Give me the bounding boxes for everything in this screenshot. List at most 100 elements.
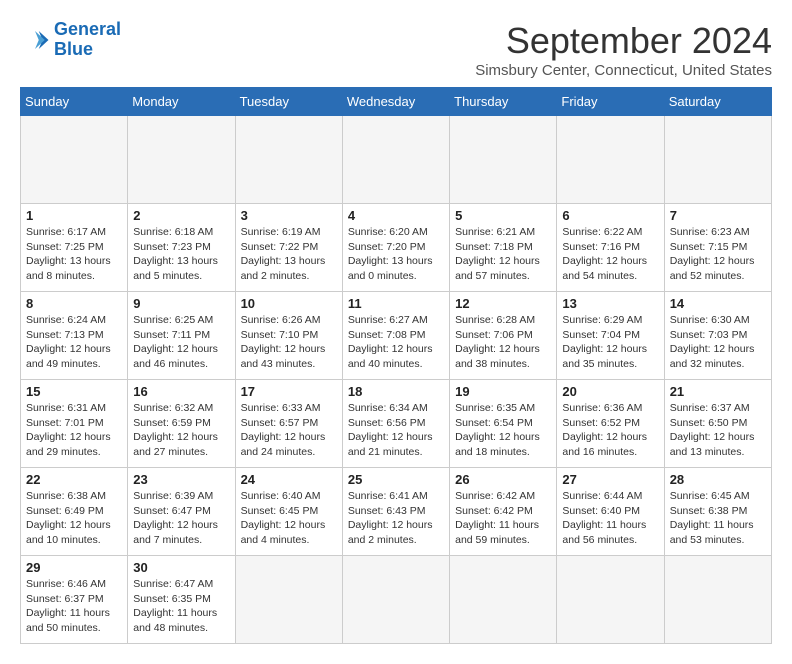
day-number: 29 [26,560,122,575]
calendar-cell [235,556,342,644]
day-number: 16 [133,384,229,399]
day-number: 2 [133,208,229,223]
day-number: 19 [455,384,551,399]
calendar-cell: 30 Sunrise: 6:47 AM Sunset: 6:35 PM Dayl… [128,556,235,644]
day-number: 5 [455,208,551,223]
day-number: 27 [562,472,658,487]
day-info: Sunrise: 6:36 AM Sunset: 6:52 PM Dayligh… [562,401,658,460]
calendar-cell: 20 Sunrise: 6:36 AM Sunset: 6:52 PM Dayl… [557,380,664,468]
calendar-cell [450,556,557,644]
day-number: 9 [133,296,229,311]
day-number: 24 [241,472,337,487]
calendar-cell: 13 Sunrise: 6:29 AM Sunset: 7:04 PM Dayl… [557,292,664,380]
calendar-row: 8 Sunrise: 6:24 AM Sunset: 7:13 PM Dayli… [21,292,772,380]
calendar-cell: 12 Sunrise: 6:28 AM Sunset: 7:06 PM Dayl… [450,292,557,380]
day-number: 4 [348,208,444,223]
calendar-cell: 16 Sunrise: 6:32 AM Sunset: 6:59 PM Dayl… [128,380,235,468]
day-info: Sunrise: 6:37 AM Sunset: 6:50 PM Dayligh… [670,401,766,460]
calendar-cell [21,116,128,204]
day-info: Sunrise: 6:30 AM Sunset: 7:03 PM Dayligh… [670,313,766,372]
calendar-cell [342,556,449,644]
calendar-row: 29 Sunrise: 6:46 AM Sunset: 6:37 PM Dayl… [21,556,772,644]
calendar-row: 15 Sunrise: 6:31 AM Sunset: 7:01 PM Dayl… [21,380,772,468]
logo-icon [20,25,50,55]
day-number: 3 [241,208,337,223]
day-info: Sunrise: 6:27 AM Sunset: 7:08 PM Dayligh… [348,313,444,372]
calendar-cell [557,556,664,644]
calendar-cell: 5 Sunrise: 6:21 AM Sunset: 7:18 PM Dayli… [450,204,557,292]
day-of-week-header: Tuesday [235,88,342,116]
day-number: 20 [562,384,658,399]
day-info: Sunrise: 6:38 AM Sunset: 6:49 PM Dayligh… [26,489,122,548]
calendar-cell: 7 Sunrise: 6:23 AM Sunset: 7:15 PM Dayli… [664,204,771,292]
month-title: September 2024 [475,20,772,62]
day-number: 21 [670,384,766,399]
logo: General Blue [20,20,121,60]
calendar-cell: 4 Sunrise: 6:20 AM Sunset: 7:20 PM Dayli… [342,204,449,292]
day-number: 1 [26,208,122,223]
day-info: Sunrise: 6:42 AM Sunset: 6:42 PM Dayligh… [455,489,551,548]
calendar-cell: 2 Sunrise: 6:18 AM Sunset: 7:23 PM Dayli… [128,204,235,292]
calendar-cell: 17 Sunrise: 6:33 AM Sunset: 6:57 PM Dayl… [235,380,342,468]
day-number: 28 [670,472,766,487]
calendar-cell: 24 Sunrise: 6:40 AM Sunset: 6:45 PM Dayl… [235,468,342,556]
calendar-cell: 6 Sunrise: 6:22 AM Sunset: 7:16 PM Dayli… [557,204,664,292]
day-info: Sunrise: 6:35 AM Sunset: 6:54 PM Dayligh… [455,401,551,460]
calendar-cell [664,116,771,204]
calendar-cell [450,116,557,204]
calendar-cell: 14 Sunrise: 6:30 AM Sunset: 7:03 PM Dayl… [664,292,771,380]
day-number: 7 [670,208,766,223]
day-number: 11 [348,296,444,311]
day-of-week-header: Monday [128,88,235,116]
day-info: Sunrise: 6:24 AM Sunset: 7:13 PM Dayligh… [26,313,122,372]
day-info: Sunrise: 6:19 AM Sunset: 7:22 PM Dayligh… [241,225,337,284]
day-info: Sunrise: 6:18 AM Sunset: 7:23 PM Dayligh… [133,225,229,284]
day-number: 25 [348,472,444,487]
day-info: Sunrise: 6:17 AM Sunset: 7:25 PM Dayligh… [26,225,122,284]
day-info: Sunrise: 6:28 AM Sunset: 7:06 PM Dayligh… [455,313,551,372]
calendar-cell: 1 Sunrise: 6:17 AM Sunset: 7:25 PM Dayli… [21,204,128,292]
day-info: Sunrise: 6:41 AM Sunset: 6:43 PM Dayligh… [348,489,444,548]
day-number: 30 [133,560,229,575]
day-number: 6 [562,208,658,223]
day-number: 12 [455,296,551,311]
day-of-week-header: Saturday [664,88,771,116]
title-block: September 2024 Simsbury Center, Connecti… [475,20,772,79]
day-info: Sunrise: 6:34 AM Sunset: 6:56 PM Dayligh… [348,401,444,460]
calendar-cell: 21 Sunrise: 6:37 AM Sunset: 6:50 PM Dayl… [664,380,771,468]
calendar-cell: 11 Sunrise: 6:27 AM Sunset: 7:08 PM Dayl… [342,292,449,380]
day-info: Sunrise: 6:46 AM Sunset: 6:37 PM Dayligh… [26,577,122,636]
calendar-cell: 8 Sunrise: 6:24 AM Sunset: 7:13 PM Dayli… [21,292,128,380]
calendar-cell: 3 Sunrise: 6:19 AM Sunset: 7:22 PM Dayli… [235,204,342,292]
day-info: Sunrise: 6:32 AM Sunset: 6:59 PM Dayligh… [133,401,229,460]
calendar-cell [557,116,664,204]
calendar-cell [342,116,449,204]
calendar-cell: 15 Sunrise: 6:31 AM Sunset: 7:01 PM Dayl… [21,380,128,468]
calendar-cell: 19 Sunrise: 6:35 AM Sunset: 6:54 PM Dayl… [450,380,557,468]
calendar-cell: 25 Sunrise: 6:41 AM Sunset: 6:43 PM Dayl… [342,468,449,556]
day-info: Sunrise: 6:39 AM Sunset: 6:47 PM Dayligh… [133,489,229,548]
day-info: Sunrise: 6:44 AM Sunset: 6:40 PM Dayligh… [562,489,658,548]
day-info: Sunrise: 6:25 AM Sunset: 7:11 PM Dayligh… [133,313,229,372]
calendar-cell [235,116,342,204]
calendar-row: 22 Sunrise: 6:38 AM Sunset: 6:49 PM Dayl… [21,468,772,556]
day-number: 10 [241,296,337,311]
day-info: Sunrise: 6:22 AM Sunset: 7:16 PM Dayligh… [562,225,658,284]
calendar-cell [664,556,771,644]
calendar-cell: 22 Sunrise: 6:38 AM Sunset: 6:49 PM Dayl… [21,468,128,556]
day-number: 14 [670,296,766,311]
day-info: Sunrise: 6:47 AM Sunset: 6:35 PM Dayligh… [133,577,229,636]
day-of-week-header: Wednesday [342,88,449,116]
calendar-cell [128,116,235,204]
day-info: Sunrise: 6:23 AM Sunset: 7:15 PM Dayligh… [670,225,766,284]
calendar-cell: 23 Sunrise: 6:39 AM Sunset: 6:47 PM Dayl… [128,468,235,556]
day-info: Sunrise: 6:21 AM Sunset: 7:18 PM Dayligh… [455,225,551,284]
calendar-cell: 9 Sunrise: 6:25 AM Sunset: 7:11 PM Dayli… [128,292,235,380]
day-info: Sunrise: 6:40 AM Sunset: 6:45 PM Dayligh… [241,489,337,548]
page-header: General Blue September 2024 Simsbury Cen… [20,20,772,79]
calendar-cell: 10 Sunrise: 6:26 AM Sunset: 7:10 PM Dayl… [235,292,342,380]
day-info: Sunrise: 6:26 AM Sunset: 7:10 PM Dayligh… [241,313,337,372]
logo-text: General Blue [54,20,121,60]
day-number: 13 [562,296,658,311]
day-number: 23 [133,472,229,487]
